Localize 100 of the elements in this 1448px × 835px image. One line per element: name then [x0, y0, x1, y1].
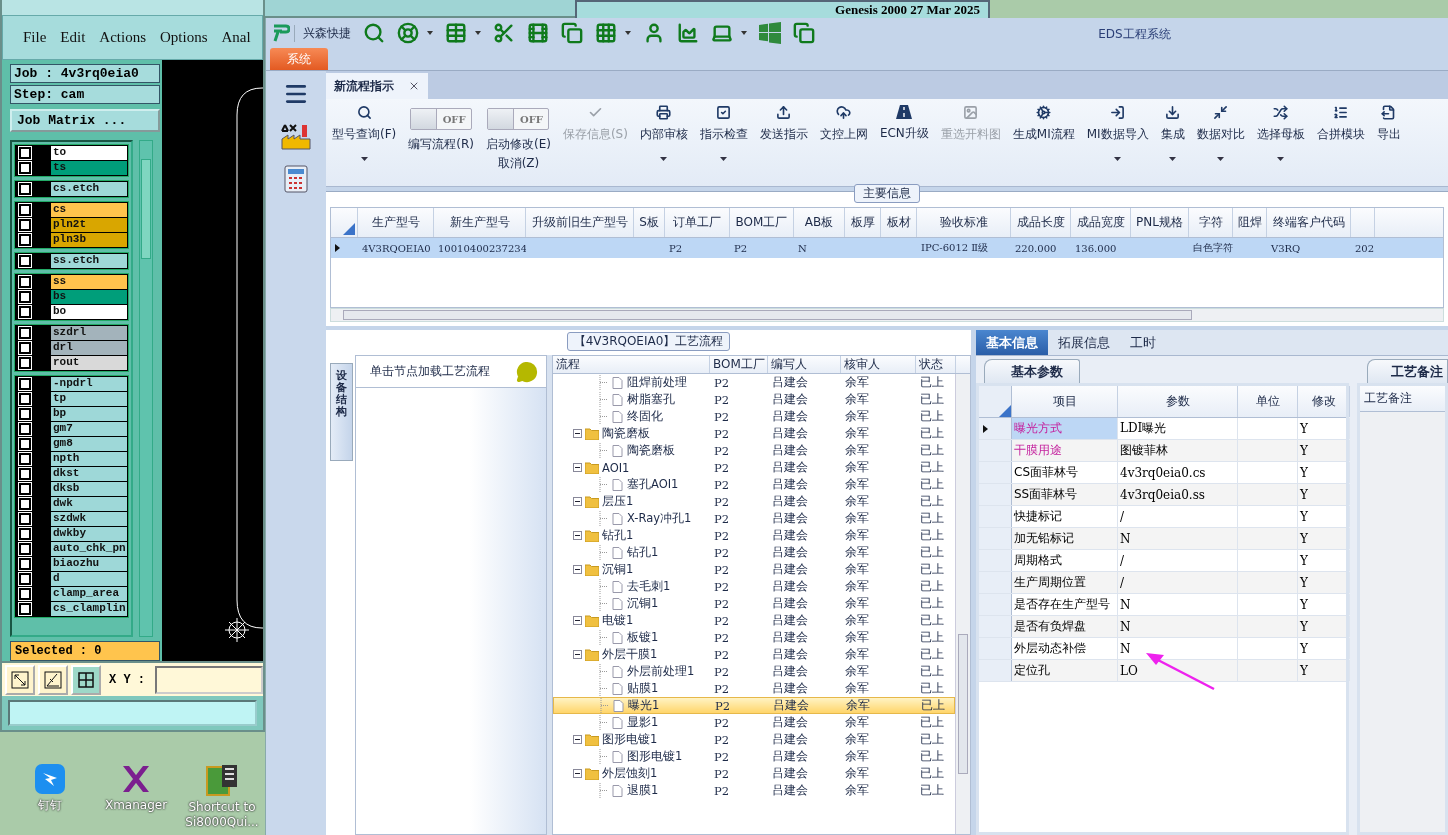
- ribbon-button[interactable]: 内部审核: [633, 105, 694, 161]
- checkbox[interactable]: [19, 482, 31, 495]
- checkbox[interactable]: [19, 407, 31, 420]
- sub-tab[interactable]: 基本参数: [984, 359, 1080, 383]
- checkbox[interactable]: [19, 182, 31, 195]
- checkbox[interactable]: [19, 254, 31, 267]
- layer-name[interactable]: to: [51, 145, 127, 160]
- checkbox[interactable]: [19, 557, 31, 570]
- layer-name[interactable]: drl: [51, 340, 127, 355]
- collapse-icon[interactable]: [573, 616, 582, 625]
- ribbon-button[interactable]: ECN升级: [873, 105, 935, 142]
- caret-icon[interactable]: [625, 31, 631, 35]
- tab[interactable]: 工时: [1120, 330, 1166, 355]
- tree-row[interactable]: 曝光1 P2 吕建会 余军 已上: [553, 697, 955, 714]
- layer-name[interactable]: auto_chk_pn: [51, 541, 127, 556]
- checkbox[interactable]: [19, 587, 31, 600]
- layer-name[interactable]: bp: [51, 406, 127, 421]
- menu-item[interactable]: File: [23, 29, 47, 46]
- tab[interactable]: 基本信息: [976, 330, 1048, 355]
- ribbon-button[interactable]: 选择母板: [1250, 105, 1311, 161]
- checkbox[interactable]: [19, 326, 31, 339]
- layer-name[interactable]: pln2t: [51, 217, 127, 232]
- ribbon-button[interactable]: 生成MI流程: [1006, 105, 1081, 143]
- ribbon-button[interactable]: 集成: [1154, 105, 1191, 161]
- user-icon[interactable]: [643, 22, 665, 44]
- layer-name[interactable]: dksb: [51, 481, 127, 496]
- column-header[interactable]: BOM工厂: [710, 356, 768, 373]
- coordinate-field[interactable]: [155, 665, 263, 694]
- close-icon[interactable]: [408, 80, 420, 92]
- checkbox[interactable]: [19, 542, 31, 555]
- scrollbar[interactable]: [139, 139, 153, 637]
- column-header[interactable]: PNL规格: [1131, 208, 1189, 237]
- layer-name[interactable]: dkst: [51, 466, 127, 481]
- caret-icon[interactable]: [1217, 157, 1225, 161]
- caret-icon[interactable]: [741, 31, 747, 35]
- collapse-icon[interactable]: [573, 769, 582, 778]
- column-header[interactable]: 阻焊: [1233, 208, 1267, 237]
- area-chart-icon[interactable]: [677, 22, 699, 44]
- caret-icon[interactable]: [1277, 157, 1285, 161]
- caret-icon[interactable]: [720, 157, 728, 161]
- measure-tool-button[interactable]: [38, 664, 68, 695]
- column-header[interactable]: 核审人: [841, 356, 916, 373]
- ribbon-button[interactable]: 型号查询(F): [326, 105, 403, 161]
- layer-name[interactable]: -npdrl: [51, 376, 127, 391]
- checkbox[interactable]: [19, 572, 31, 585]
- checkbox[interactable]: [19, 341, 31, 354]
- checkbox[interactable]: [19, 146, 31, 159]
- job-matrix-button[interactable]: Job Matrix ...: [10, 108, 160, 132]
- caret-icon[interactable]: [427, 31, 433, 35]
- windows-icon[interactable]: [759, 22, 781, 44]
- search-icon[interactable]: [363, 22, 385, 44]
- layer-name[interactable]: szdwk: [51, 511, 127, 526]
- caret-icon[interactable]: [1114, 157, 1122, 161]
- column-header[interactable]: 成品长度: [1011, 208, 1071, 237]
- factory-icon[interactable]: [280, 121, 312, 151]
- layer-name[interactable]: ss: [51, 274, 127, 289]
- column-header[interactable]: 单位: [1238, 386, 1298, 417]
- grid-tool-button[interactable]: [71, 664, 101, 695]
- column-header[interactable]: 订单工厂: [665, 208, 730, 237]
- calculator-icon[interactable]: [282, 165, 310, 193]
- checkbox[interactable]: [19, 233, 31, 246]
- ribbon-button[interactable]: 合拼模块: [1310, 105, 1371, 143]
- document-tab[interactable]: 新流程指示: [326, 73, 428, 99]
- menu-item[interactable]: Options: [160, 29, 208, 46]
- ribbon-button[interactable]: 文控上网: [813, 105, 874, 143]
- checkbox[interactable]: [19, 377, 31, 390]
- collapse-icon[interactable]: [573, 497, 582, 506]
- collapse-icon[interactable]: [573, 463, 582, 472]
- column-header[interactable]: 升级前旧生产型号: [526, 208, 634, 237]
- layer-name[interactable]: gm8: [51, 436, 127, 451]
- checkbox[interactable]: [19, 437, 31, 450]
- column-header[interactable]: S板: [634, 208, 665, 237]
- column-header[interactable]: 字符: [1189, 208, 1233, 237]
- layer-name[interactable]: biaozhu: [51, 556, 127, 571]
- column-header[interactable]: 终端客户代码: [1267, 208, 1351, 237]
- checkbox[interactable]: [19, 161, 31, 174]
- vertical-scrollbar[interactable]: [955, 374, 970, 834]
- menu-item[interactable]: Anal: [221, 29, 251, 46]
- checkbox[interactable]: [19, 467, 31, 480]
- caret-icon[interactable]: [1169, 157, 1177, 161]
- layer-name[interactable]: cs_clamplin: [51, 601, 127, 616]
- checkbox[interactable]: [19, 203, 31, 216]
- caret-icon[interactable]: [475, 31, 481, 35]
- ribbon-button[interactable]: MI数据导入: [1080, 105, 1155, 161]
- menu-item[interactable]: Edit: [60, 29, 86, 46]
- column-header[interactable]: 状态: [916, 356, 956, 373]
- checkbox[interactable]: [19, 497, 31, 510]
- checkbox[interactable]: [19, 452, 31, 465]
- layer-name[interactable]: cs: [51, 202, 127, 217]
- column-header[interactable]: 成品宽度: [1071, 208, 1131, 237]
- notes-tab[interactable]: 工艺备注: [1367, 359, 1448, 383]
- layer-name[interactable]: ts: [51, 160, 127, 175]
- layer-name[interactable]: dwkby: [51, 526, 127, 541]
- layer-name[interactable]: cs.etch: [51, 181, 127, 196]
- layer-name[interactable]: pln3b: [51, 232, 127, 247]
- horizontal-scrollbar[interactable]: [330, 308, 1444, 322]
- caret-icon[interactable]: [660, 157, 668, 161]
- column-header[interactable]: 生产型号: [358, 208, 434, 237]
- laptop-icon[interactable]: [711, 22, 733, 44]
- checkbox[interactable]: [19, 305, 31, 318]
